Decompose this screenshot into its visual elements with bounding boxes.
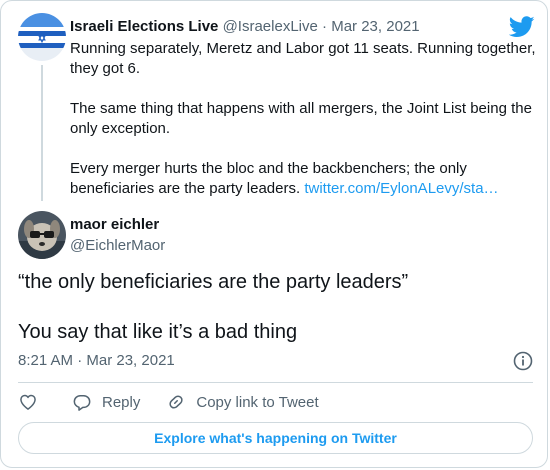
tweet-text-line-1: “the only beneficiaries are the party le…	[18, 271, 409, 293]
tweet-timestamp[interactable]: 8:21 AM · Mar 23, 2021	[18, 351, 175, 371]
reply-label: Reply	[102, 393, 141, 411]
heart-icon	[20, 394, 36, 410]
copy-link-label: Copy link to Tweet	[196, 393, 319, 411]
parent-display-name[interactable]: Israeli Elections Live	[70, 18, 218, 35]
author-display-name[interactable]: maor eichler	[70, 215, 159, 235]
like-button[interactable]	[18, 392, 38, 412]
parent-tweet-header: Israeli Elections Live @IsraelexLive · M…	[70, 17, 420, 37]
parent-paragraph-3: Every merger hurts the bloc and the back…	[70, 159, 538, 199]
copy-link-button[interactable]: Copy link to Tweet	[166, 392, 319, 412]
parent-paragraph-2: The same thing that happens with all mer…	[70, 100, 532, 137]
parent-tweet-body: Running separately, Meretz and Labor got…	[70, 39, 538, 199]
parent-handle[interactable]: @IsraelexLive	[223, 18, 318, 35]
info-icon[interactable]	[513, 351, 533, 371]
thread-connector-line	[41, 65, 43, 201]
parent-date[interactable]: Mar 23, 2021	[331, 18, 419, 35]
header-separator: ·	[322, 18, 328, 35]
tweet-text: “the only beneficiaries are the party le…	[18, 269, 533, 345]
tweet-embed-card: Israeli Elections Live @IsraelexLive · M…	[0, 0, 548, 468]
author-handle[interactable]: @EichlerMaor	[70, 236, 165, 256]
israel-flag-avatar[interactable]	[18, 13, 66, 61]
reply-button[interactable]: Reply	[72, 392, 140, 412]
twitter-bird-icon[interactable]	[508, 16, 535, 38]
tweet-text-line-2: You say that like it’s a bad thing	[18, 321, 298, 343]
parent-paragraph-1: Running separately, Meretz and Labor got…	[70, 40, 536, 77]
link-icon	[169, 395, 183, 409]
explore-twitter-button[interactable]: Explore what's happening on Twitter	[18, 422, 533, 454]
divider	[18, 382, 533, 383]
parent-tweet-link[interactable]: twitter.com/EylonALevy/sta…	[304, 180, 498, 197]
action-bar: Reply Copy link to Tweet	[18, 391, 319, 413]
dog-avatar[interactable]	[18, 211, 66, 259]
reply-bubble-icon	[73, 395, 91, 411]
